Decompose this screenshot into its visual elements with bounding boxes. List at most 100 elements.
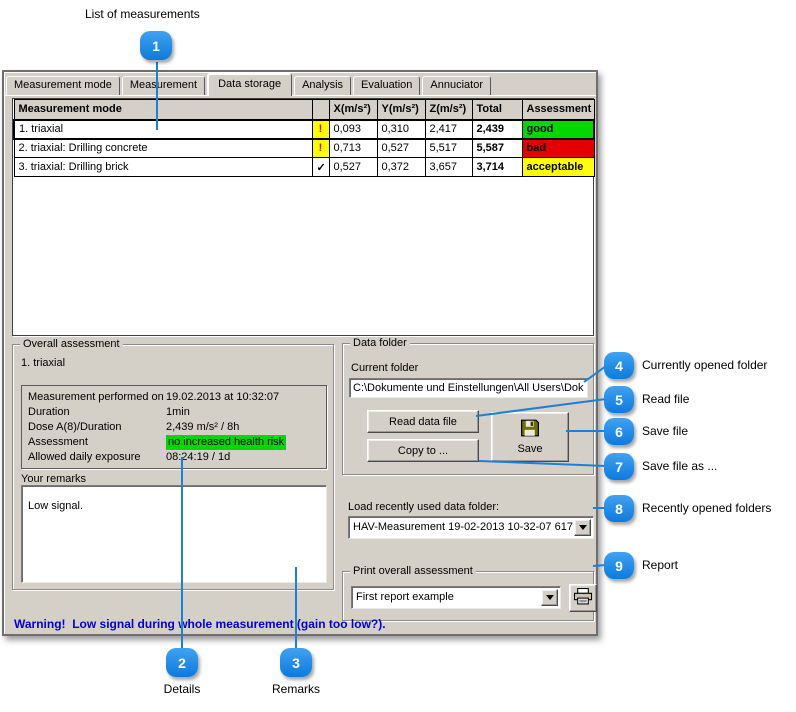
cell-total: 2,439 — [472, 120, 522, 139]
cell-total: 3,714 — [472, 158, 522, 177]
print-button[interactable] — [569, 584, 597, 612]
remarks-label: Your remarks — [21, 473, 86, 485]
app-window: Measurement mode Measurement Data storag… — [2, 70, 598, 636]
detail-row: Assessment no increased health risk — [28, 435, 320, 450]
tab-annuciator[interactable]: Annuciator — [422, 76, 491, 95]
detail-label: Dose A(8)/Duration — [28, 420, 166, 435]
col-header-assessment: Assessment — [522, 100, 594, 120]
remarks-textarea[interactable]: Low signal. — [21, 485, 327, 583]
callout-badge-8: 8 — [604, 495, 634, 522]
recent-folder-value: HAV-Measurement 19-02-2013 10-32-07 617 — [349, 517, 593, 538]
measurement-name: 1. triaxial — [21, 357, 65, 369]
read-data-file-button[interactable]: Read data file — [367, 410, 479, 433]
callout-badge-6: 6 — [604, 418, 634, 445]
chevron-down-icon — [579, 525, 587, 530]
assessment-badge: acceptable — [522, 158, 594, 177]
detail-label: Assessment — [28, 435, 166, 450]
callout-label-save-file: Save file — [642, 424, 688, 438]
save-button[interactable]: Save — [491, 412, 569, 462]
tab-bar: Measurement mode Measurement Data storag… — [6, 74, 493, 95]
tab-analysis[interactable]: Analysis — [294, 76, 351, 95]
detail-label: Duration — [28, 405, 166, 420]
callout-label-save-file-as: Save file as ... — [642, 459, 717, 473]
tab-measurement-mode[interactable]: Measurement mode — [6, 76, 120, 95]
callout-badge-3: 3 — [280, 648, 312, 677]
detail-row: Dose A(8)/Duration 2,439 m/s² / 8h — [28, 420, 320, 435]
callout-label-read-file: Read file — [642, 392, 689, 406]
check-flag-icon: ✓ — [312, 158, 329, 177]
report-combobox[interactable]: First report example — [351, 586, 561, 609]
callout-label-currently-opened-folder: Currently opened folder — [642, 358, 767, 372]
recent-folder-label: Load recently used data folder: — [348, 501, 499, 513]
recent-folder-combobox[interactable]: HAV-Measurement 19-02-2013 10-32-07 617 — [348, 516, 594, 539]
cell-z: 2,417 — [425, 120, 472, 139]
callout-label-details: Details — [137, 682, 227, 696]
detail-row: Allowed daily exposure 08:24:19 / 1d — [28, 450, 320, 465]
col-header-x: X(m/s²) — [329, 100, 377, 120]
print-assessment-group: Print overall assessment First report ex… — [342, 571, 594, 621]
detail-value: 1min — [166, 405, 190, 420]
cell-x: 0,527 — [329, 158, 377, 177]
screenshot-canvas: List of measurements Measurement mode Me… — [0, 0, 796, 712]
cell-y: 0,527 — [377, 139, 425, 158]
col-header-measurement-mode: Measurement mode — [14, 100, 312, 120]
detail-value: 08:24:19 / 1d — [166, 450, 230, 465]
detail-value: 19.02.2013 at 10:32:07 — [166, 390, 279, 405]
annotation-title: List of measurements — [85, 7, 200, 21]
dropdown-arrow-button[interactable] — [541, 589, 558, 606]
report-value: First report example — [352, 587, 560, 608]
cell-name: 2. triaxial: Drilling concrete — [14, 139, 312, 158]
cell-total: 5,587 — [472, 139, 522, 158]
col-header-flag — [312, 100, 329, 120]
dropdown-arrow-button[interactable] — [574, 519, 591, 536]
callout-badge-1: 1 — [140, 31, 172, 60]
tab-page-data-storage: Measurement mode X(m/s²) Y(m/s²) Z(m/s²)… — [4, 95, 596, 634]
callout-badge-2: 2 — [166, 648, 198, 677]
warning-flag-icon: ! — [312, 139, 329, 158]
table-row[interactable]: 1. triaxial ! 0,093 0,310 2,417 2,439 go… — [14, 120, 594, 139]
tab-data-storage[interactable]: Data storage — [207, 73, 292, 96]
data-folder-legend: Data folder — [350, 337, 410, 349]
callout-badge-4: 4 — [604, 352, 634, 379]
detail-label: Allowed daily exposure — [28, 450, 166, 465]
floppy-disk-icon — [520, 419, 540, 440]
assessment-badge: good — [522, 120, 594, 139]
data-folder-group: Data folder Current folder Read data fil… — [342, 343, 594, 475]
col-header-y: Y(m/s²) — [377, 100, 425, 120]
measurement-table: Measurement mode X(m/s²) Y(m/s²) Z(m/s²)… — [13, 99, 595, 177]
detail-row: Duration 1min — [28, 405, 320, 420]
measurement-list: Measurement mode X(m/s²) Y(m/s²) Z(m/s²)… — [12, 98, 594, 336]
cell-y: 0,372 — [377, 158, 425, 177]
table-row[interactable]: 3. triaxial: Drilling brick ✓ 0,527 0,37… — [14, 158, 594, 177]
print-assessment-legend: Print overall assessment — [350, 565, 476, 577]
detail-value: 2,439 m/s² / 8h — [166, 420, 239, 435]
callout-badge-7: 7 — [604, 453, 634, 480]
cell-name: 1. triaxial — [14, 120, 312, 139]
cell-name: 3. triaxial: Drilling brick — [14, 158, 312, 177]
detail-label: Measurement performed on — [28, 390, 166, 405]
assessment-badge: bad — [522, 139, 594, 158]
printer-icon — [573, 588, 593, 608]
col-header-z: Z(m/s²) — [425, 100, 472, 120]
warning-flag-icon: ! — [312, 120, 329, 139]
cell-y: 0,310 — [377, 120, 425, 139]
save-button-label: Save — [517, 443, 542, 455]
tab-evaluation[interactable]: Evaluation — [353, 76, 420, 95]
table-row[interactable]: 2. triaxial: Drilling concrete ! 0,713 0… — [14, 139, 594, 158]
cell-x: 0,713 — [329, 139, 377, 158]
callout-label-remarks: Remarks — [251, 682, 341, 696]
copy-to-button[interactable]: Copy to ... — [367, 439, 479, 462]
tab-measurement[interactable]: Measurement — [122, 76, 205, 95]
callout-badge-5: 5 — [604, 386, 634, 413]
cell-z: 3,657 — [425, 158, 472, 177]
current-folder-label: Current folder — [351, 362, 418, 374]
cell-z: 5,517 — [425, 139, 472, 158]
callout-label-report: Report — [642, 558, 678, 572]
details-box: Measurement performed on 19.02.2013 at 1… — [21, 385, 327, 469]
cell-x: 0,093 — [329, 120, 377, 139]
overall-assessment-legend: Overall assessment — [20, 338, 123, 350]
current-folder-input[interactable] — [349, 378, 588, 398]
table-header-row: Measurement mode X(m/s²) Y(m/s²) Z(m/s²)… — [14, 100, 594, 120]
warning-text: Warning! Low signal during whole measure… — [14, 617, 386, 631]
col-header-total: Total — [472, 100, 522, 120]
